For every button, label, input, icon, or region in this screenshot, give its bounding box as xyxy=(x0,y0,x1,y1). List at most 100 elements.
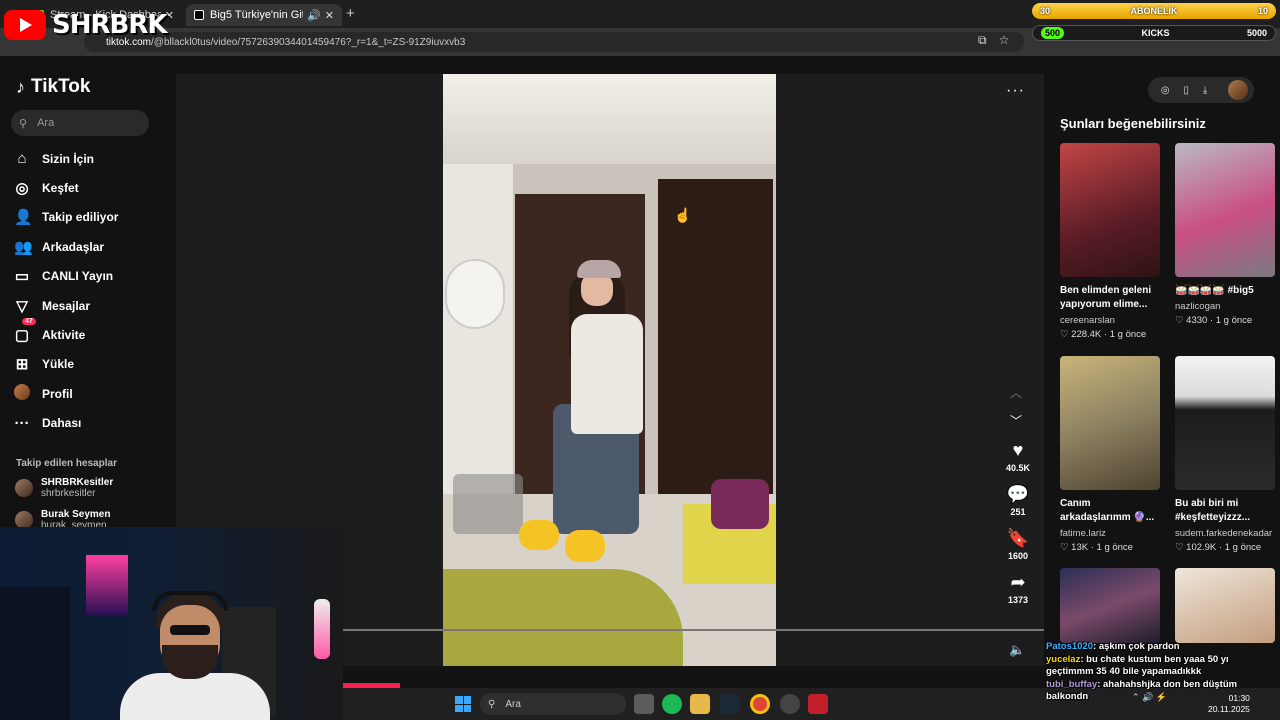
card-meta: ♡ 228.4K · 1 g önce xyxy=(1060,329,1147,340)
download-icon[interactable]: ⤓ xyxy=(1203,85,1207,96)
bookmark-icon: 🔖 xyxy=(1006,528,1030,548)
account-handle: shrbrkesitler xyxy=(41,488,96,499)
url-path: /@bllackl0tus/video/7572639034401459476?… xyxy=(151,36,466,48)
kicks-goal-bar: 500 KICKS 5000 xyxy=(1032,25,1276,41)
recommended-card[interactable] xyxy=(1060,568,1160,643)
nav-label: Yükle xyxy=(42,357,75,372)
share-button[interactable]: ➦ 1373 xyxy=(998,572,1038,616)
recommended-card[interactable] xyxy=(1175,568,1275,643)
abonelik-goal: 10 xyxy=(1257,6,1268,16)
recommended-card[interactable]: Bu abi biri mi #keşfetteyizzz... sudem.f… xyxy=(1175,356,1275,553)
clock-date: 20.11.2025 xyxy=(1208,704,1250,714)
card-caption: Ben elimden geleni yapıyorum elime... xyxy=(1060,285,1152,310)
video-thumbnail xyxy=(1060,356,1160,490)
card-age: 1 g önce xyxy=(1109,329,1147,340)
install-app-icon[interactable]: ⧉ xyxy=(978,33,987,48)
nav-label: Arkadaşlar xyxy=(42,239,105,254)
card-user: cereenarslan xyxy=(1060,315,1115,326)
search-icon: ⚲ xyxy=(19,117,28,130)
next-video-icon[interactable]: ﹀ xyxy=(1010,412,1022,429)
search-placeholder: Ara xyxy=(37,117,55,129)
comment-button[interactable]: 💬 251 xyxy=(998,484,1038,528)
sidebar-item-for-you[interactable]: ⌂ Sizin İçin xyxy=(14,144,164,173)
card-age: 1 g önce xyxy=(1096,542,1133,553)
card-user: fatime.lariz xyxy=(1060,528,1106,539)
recommended-card[interactable]: Ben elimden geleni yapıyorum elime... ce… xyxy=(1060,143,1160,340)
card-caption: Bu abi biri mi #keşfetteyizzz... xyxy=(1175,498,1251,523)
heart-outline-icon: ♡ xyxy=(1175,315,1187,326)
recommended-card[interactable]: 🥁🥁🥁🥁 #big5 nazlicogan ♡ 4330 · 1 g önce xyxy=(1175,143,1275,326)
nav-label: Sizin İçin xyxy=(42,151,95,166)
following-account[interactable]: SHRBRKesitler shrbrkesitler xyxy=(15,477,113,499)
kicks-label: KICKS xyxy=(1141,28,1170,38)
avatar-icon xyxy=(14,383,30,404)
recommended-card[interactable]: Canım arkadaşlarımm 🔮... fatime.lariz ♡ … xyxy=(1060,356,1160,553)
search-icon: ⚲ xyxy=(488,698,496,710)
heart-outline-icon: ♡ xyxy=(1175,542,1187,553)
more-options-icon[interactable]: ··· xyxy=(1006,82,1025,100)
card-likes: 228.4K xyxy=(1071,329,1102,340)
volume-icon[interactable]: 🔈 xyxy=(1009,642,1025,658)
sidebar-item-more[interactable]: ··· Dahası xyxy=(14,409,164,438)
stream-logo-overlay: SHRBRK xyxy=(4,10,167,40)
tiktok-wordmark: TikTok xyxy=(31,76,91,97)
video-thumbnail xyxy=(1175,568,1275,643)
comment-count: 251 xyxy=(1010,507,1026,517)
steam-icon[interactable] xyxy=(720,694,740,714)
sidebar-item-explore[interactable]: ◎ Keşfet xyxy=(14,173,164,202)
sidebar-item-following[interactable]: 👤 Takip ediliyor xyxy=(14,203,164,232)
bookmark-star-icon[interactable]: ☆ xyxy=(999,33,1010,48)
close-tab-icon[interactable]: ✕ xyxy=(325,9,334,22)
video-frame[interactable] xyxy=(443,74,776,666)
bell-icon: ▢ 47 xyxy=(14,318,36,344)
taskbar-search[interactable]: ⚲ Ara xyxy=(480,693,626,715)
task-view-icon[interactable] xyxy=(634,694,654,714)
sidebar-item-friends[interactable]: 👥 Arkadaşlar xyxy=(14,232,164,261)
tiktok-logo[interactable]: ♪ TikTok xyxy=(16,76,90,98)
sidebar-item-messages[interactable]: ▽ Mesajlar xyxy=(14,291,164,320)
windows-start-icon[interactable] xyxy=(455,696,471,712)
new-tab-button[interactable]: + xyxy=(346,5,355,22)
compass-icon[interactable]: ◎ xyxy=(1161,85,1170,96)
chat-text: aşkım çok pardon xyxy=(1098,641,1180,652)
file-explorer-icon[interactable] xyxy=(690,694,710,714)
like-button[interactable]: ♥ 40.5K xyxy=(998,440,1038,484)
youtube-play-icon xyxy=(4,10,46,40)
search-input[interactable]: ⚲ Ara xyxy=(11,110,149,136)
comment-icon: 💬 xyxy=(1006,484,1030,504)
nav-label: Takip ediliyor xyxy=(42,210,119,225)
tab-title: Big5 Türkiye'nin Gitar Cover xyxy=(210,9,303,21)
chrome-icon[interactable] xyxy=(750,694,770,714)
card-caption: Canım arkadaşlarımm 🔮... xyxy=(1060,498,1155,523)
browser-tab-tiktok[interactable]: Big5 Türkiye'nin Gitar Cover 🔊 ✕ xyxy=(186,4,342,26)
neon-poster xyxy=(86,555,128,615)
speaker-icon[interactable]: 🔊 xyxy=(307,9,321,22)
share-count: 1373 xyxy=(1007,595,1029,605)
webcam-overlay xyxy=(0,527,343,720)
user-avatar[interactable] xyxy=(1228,80,1248,100)
url-field[interactable]: tiktok.com/@bllackl0tus/video/7572639034… xyxy=(84,32,1024,52)
microphone xyxy=(314,599,330,659)
upload-icon: ⊞ xyxy=(15,356,29,374)
kicks-goal: 5000 xyxy=(1246,28,1267,38)
card-likes: 13K xyxy=(1071,542,1089,553)
sidebar-item-live[interactable]: ▭ CANLI Yayın xyxy=(14,262,164,291)
sidebar-item-upload[interactable]: ⊞ Yükle xyxy=(14,350,164,379)
sidebar-item-profile[interactable]: Profil xyxy=(14,379,164,408)
nav-label: Mesajlar xyxy=(42,298,91,313)
save-button[interactable]: 🔖 1600 xyxy=(998,528,1038,572)
card-likes: 102.9K xyxy=(1186,542,1217,553)
previous-video-icon[interactable]: ︿ xyxy=(1010,384,1022,401)
like-count: 40.5K xyxy=(1005,463,1031,473)
spotify-icon[interactable] xyxy=(662,694,682,714)
chat-message: yucelaz: bu chate kustum ben yaaa 50 yı … xyxy=(1046,653,1229,678)
obs-icon[interactable] xyxy=(780,694,800,714)
phone-icon[interactable]: ▯ xyxy=(1183,85,1189,96)
kicks-current: 500 xyxy=(1041,27,1065,39)
video-actions: ♥ 40.5K 💬 251 🔖 1600 ➦ 1373 xyxy=(998,440,1038,616)
card-user: sudem.farkedenekadar xyxy=(1175,528,1273,539)
card-likes: 4330 xyxy=(1186,315,1208,326)
app-icon[interactable] xyxy=(808,694,828,714)
following-accounts-title: Takip edilen hesaplar xyxy=(16,458,117,469)
sidebar-item-activity[interactable]: ▢ 47 Aktivite xyxy=(14,318,164,349)
